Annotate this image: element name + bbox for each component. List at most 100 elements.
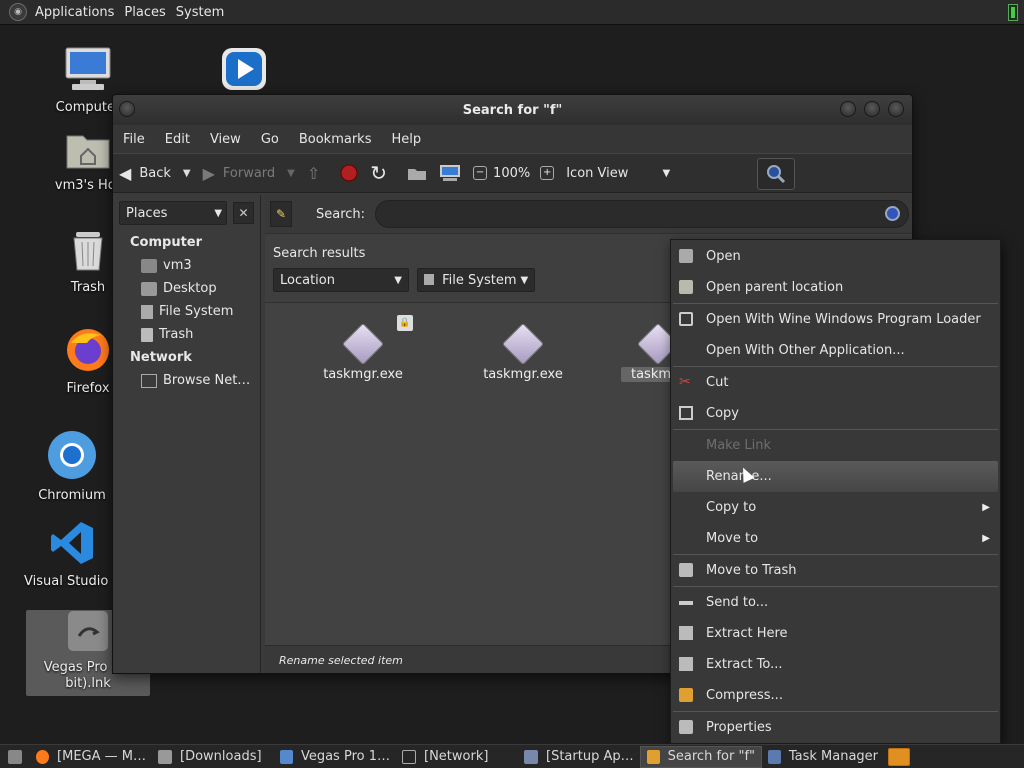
- menu-item-copy-to[interactable]: Copy to ▶: [671, 492, 1000, 523]
- menu-item-properties[interactable]: Properties: [671, 712, 1000, 743]
- home-icon: [408, 169, 427, 180]
- desktop-icon-chromium[interactable]: Chromium: [24, 430, 120, 503]
- menu-item-open-with-wine[interactable]: Open With Wine Windows Program Loader: [671, 304, 1000, 335]
- home-folder-icon: [66, 135, 110, 169]
- forward-button[interactable]: ▶ Forward: [197, 158, 282, 188]
- firefox-icon: [36, 749, 50, 764]
- system-menu[interactable]: System: [174, 5, 232, 20]
- folder-icon: [679, 280, 693, 294]
- open-icon: [679, 249, 693, 263]
- menu-item-compress[interactable]: Compress...: [671, 680, 1000, 711]
- notes-icon[interactable]: ✎: [270, 201, 292, 227]
- menu-item-move-to-trash[interactable]: Move to Trash: [671, 555, 1000, 586]
- reload-icon: ↻: [370, 161, 388, 185]
- sidebar-item-desktop[interactable]: Desktop: [113, 277, 260, 300]
- task-mega[interactable]: [MEGA — M…: [30, 746, 152, 768]
- back-button[interactable]: ◀ Back: [113, 158, 177, 188]
- tray-app-button[interactable]: [884, 746, 914, 768]
- file-item[interactable]: taskmgr.exe 🔒: [303, 315, 423, 382]
- sidebar-item-vm3[interactable]: vm3: [113, 254, 260, 277]
- stop-icon: [340, 164, 358, 182]
- network-icon: [141, 373, 157, 388]
- sidebar-section-network: Network: [130, 350, 192, 365]
- zoom-out-button[interactable]: −: [467, 158, 493, 188]
- menu-item-extract-here[interactable]: Extract Here: [671, 618, 1000, 649]
- search-icon[interactable]: [885, 206, 901, 221]
- sidebar-item-browse-network[interactable]: Browse Net…: [113, 369, 260, 392]
- up-arrow-icon: ⇧: [306, 163, 321, 183]
- desktop-icon-vscode[interactable]: Visual Studio Co: [24, 520, 120, 589]
- task-startup-apps[interactable]: [Startup Ap…: [518, 746, 640, 768]
- folder-icon: [158, 749, 172, 764]
- task-network[interactable]: [Network]: [396, 746, 518, 768]
- menu-item-open-with-other[interactable]: Open With Other Application...: [671, 335, 1000, 366]
- task-task-manager[interactable]: Task Manager: [762, 746, 884, 768]
- sidebar-item-file-system[interactable]: File System: [113, 300, 260, 323]
- computer-icon: [440, 165, 461, 181]
- stop-button[interactable]: [334, 158, 364, 188]
- filesystem-combo[interactable]: File System ▼: [417, 268, 536, 292]
- search-toggle-button[interactable]: [757, 158, 795, 190]
- minimize-button[interactable]: [840, 101, 856, 117]
- search-input[interactable]: [375, 200, 910, 228]
- sidebar-close-button[interactable]: ✕: [233, 202, 254, 224]
- computer-button[interactable]: [433, 158, 467, 188]
- close-button[interactable]: [888, 101, 904, 117]
- desktop-folder-icon: [141, 281, 157, 296]
- menu-item-copy[interactable]: Copy: [671, 398, 1000, 429]
- menu-item-rename[interactable]: Rename...: [673, 461, 998, 492]
- network-icon: [402, 749, 416, 764]
- back-history-dropdown[interactable]: ▼: [177, 168, 197, 179]
- archive-icon: [679, 626, 693, 640]
- file-item[interactable]: taskmgr.exe: [463, 322, 583, 382]
- distro-logo-icon[interactable]: ◉: [9, 3, 27, 21]
- menu-item-open-parent-location[interactable]: Open parent location: [671, 272, 1000, 303]
- menu-item-open[interactable]: Open: [671, 241, 1000, 272]
- menu-item-extract-to[interactable]: Extract To...: [671, 649, 1000, 680]
- chevron-down-icon: ▼: [394, 274, 402, 286]
- window-titlebar[interactable]: Search for "f": [113, 95, 912, 125]
- submenu-arrow-icon: ▶: [982, 502, 990, 513]
- battery-icon[interactable]: [1008, 4, 1018, 21]
- task-vegas[interactable]: Vegas Pro 1…: [274, 746, 396, 768]
- maximize-button[interactable]: [864, 101, 880, 117]
- menu-item-send-to[interactable]: Send to...: [671, 587, 1000, 618]
- search-folder-icon: [647, 749, 660, 764]
- up-button[interactable]: ⇧: [301, 158, 334, 188]
- menu-item-make-link: Make Link: [706, 438, 771, 453]
- menu-help[interactable]: Help: [381, 132, 431, 147]
- reload-button[interactable]: ↻: [364, 158, 401, 188]
- media-player-icon[interactable]: [220, 46, 268, 92]
- applications-menu[interactable]: Applications: [33, 5, 122, 20]
- vegas-icon: [280, 749, 293, 764]
- chevron-down-icon: ▼: [662, 167, 671, 179]
- search-bar: ✎ Search:: [265, 195, 912, 233]
- properties-icon: [679, 720, 693, 734]
- task-manager-icon: [768, 749, 781, 764]
- menu-file[interactable]: File: [113, 132, 155, 147]
- menu-item-cut[interactable]: ✂ Cut: [671, 367, 1000, 398]
- trash-icon: [141, 327, 153, 342]
- executable-icon: [341, 322, 385, 366]
- menu-bookmarks[interactable]: Bookmarks: [289, 132, 382, 147]
- window-menu-button[interactable]: [119, 101, 135, 117]
- menu-item-move-to[interactable]: Move to ▶: [671, 523, 1000, 554]
- zoom-level[interactable]: 100%: [493, 166, 530, 181]
- location-combo[interactable]: Location ▼: [273, 268, 409, 292]
- task-search[interactable]: Search for "f": [640, 745, 762, 768]
- home-button[interactable]: [401, 158, 433, 188]
- show-desktop-button[interactable]: [0, 746, 30, 768]
- menu-go[interactable]: Go: [251, 132, 289, 147]
- menu-view[interactable]: View: [200, 132, 251, 147]
- task-downloads[interactable]: [Downloads]: [152, 746, 274, 768]
- sidebar-item-trash[interactable]: Trash: [113, 323, 260, 346]
- sidebar-places-combo[interactable]: Places ▼: [119, 201, 228, 225]
- places-menu[interactable]: Places: [122, 5, 173, 20]
- menu-edit[interactable]: Edit: [155, 132, 200, 147]
- search-label: Search:: [316, 206, 366, 222]
- desktop-icon: [8, 749, 22, 764]
- zoom-in-button[interactable]: +: [534, 158, 560, 188]
- view-mode-dropdown[interactable]: Icon View ▼: [560, 158, 676, 188]
- firefox-icon: [67, 329, 109, 371]
- forward-history-dropdown[interactable]: ▼: [281, 168, 301, 179]
